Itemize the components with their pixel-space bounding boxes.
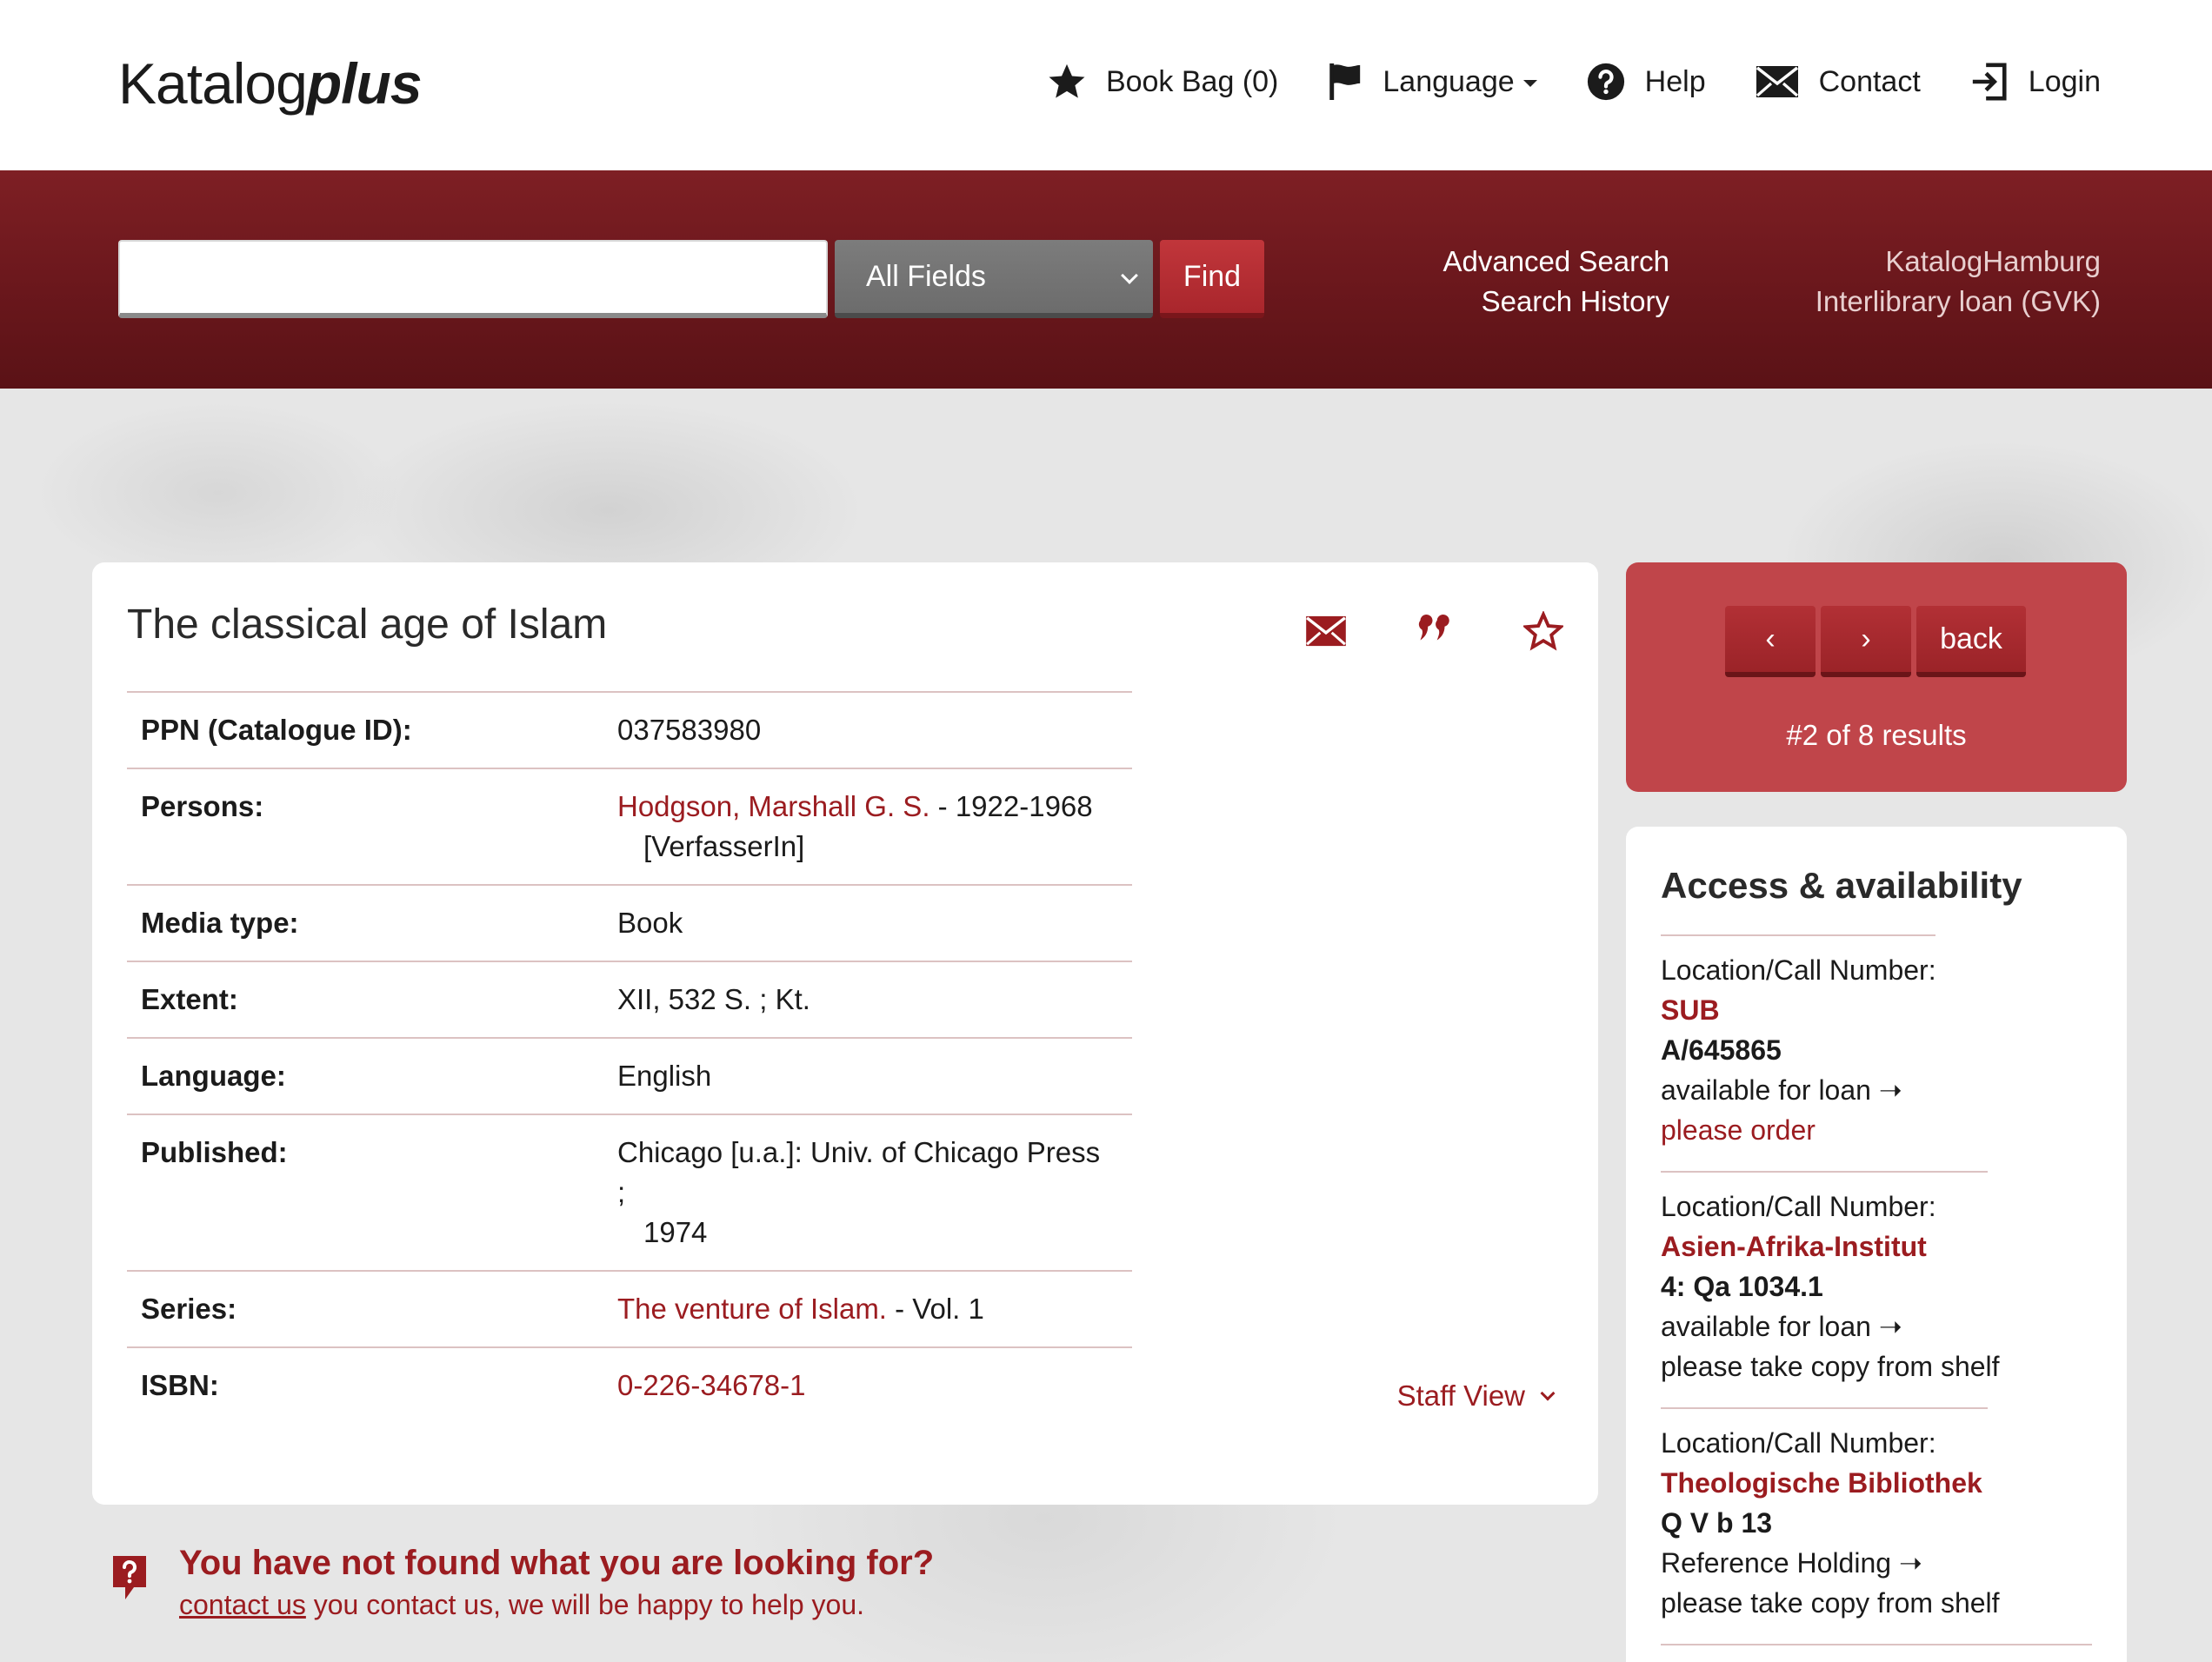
back-to-results-button[interactable]: back bbox=[1916, 606, 2026, 677]
library-link[interactable]: Asien-Afrika-Institut bbox=[1661, 1227, 2095, 1266]
search-history-link[interactable]: Search History bbox=[1442, 282, 1669, 322]
staff-view-toggle[interactable]: Staff View bbox=[1397, 1379, 1556, 1413]
loan-status: Reference Holding ➝ bbox=[1661, 1547, 1922, 1579]
result-nav-buttons: ‹ › back bbox=[1725, 606, 2026, 677]
chevron-down-icon bbox=[1121, 267, 1138, 284]
envelope-icon bbox=[1755, 64, 1800, 99]
search-links: Advanced Search Search History bbox=[1442, 242, 1669, 322]
language-menu[interactable]: Language bbox=[1327, 62, 1537, 102]
call-number: A/645865 bbox=[1661, 1034, 1782, 1066]
call-number: Q V b 13 bbox=[1661, 1507, 1773, 1539]
record-actions bbox=[1304, 610, 1565, 655]
question-circle-icon bbox=[1586, 62, 1626, 102]
logo[interactable]: Katalogplus bbox=[118, 50, 423, 116]
caret-down-icon bbox=[1522, 79, 1537, 87]
holdings-list: Location/Call Number: SUB A/645865 avail… bbox=[1661, 934, 2095, 1645]
availability-title: Access & availability bbox=[1661, 865, 2022, 906]
record-title: The classical age of Islam bbox=[127, 602, 608, 648]
contact-us-link[interactable]: contact us bbox=[179, 1589, 306, 1620]
author-link[interactable]: Hodgson, Marshall G. S. bbox=[617, 790, 930, 822]
availability-panel: Access & availability Location/Call Numb… bbox=[1626, 827, 2127, 1662]
isbn-link[interactable]: 0-226-34678-1 bbox=[617, 1369, 806, 1401]
table-row: Persons: Hodgson, Marshall G. S. - 1922-… bbox=[127, 768, 1132, 884]
search-input[interactable] bbox=[118, 240, 828, 318]
call-number: 4: Qa 1034.1 bbox=[1661, 1271, 1823, 1302]
shelf-instruction: please take copy from shelf bbox=[1661, 1351, 2000, 1382]
external-catalog-links: KatalogHamburg Interlibrary loan (GVK) bbox=[1816, 242, 2101, 322]
email-record-icon[interactable] bbox=[1304, 615, 1348, 652]
divider bbox=[1661, 1644, 2092, 1645]
shelf-instruction: please take copy from shelf bbox=[1661, 1587, 2000, 1619]
advanced-search-link[interactable]: Advanced Search bbox=[1442, 242, 1669, 282]
search-bar: All Fields Find Advanced Search Search H… bbox=[0, 170, 2212, 389]
previous-record-button[interactable]: ‹ bbox=[1725, 606, 1816, 677]
table-row: Published: Chicago [u.a.]: Univ. of Chic… bbox=[127, 1114, 1132, 1270]
book-bag-link[interactable]: Book Bag (0) bbox=[1047, 62, 1278, 102]
table-row: ISBN: 0-226-34678-1 bbox=[127, 1346, 1132, 1423]
next-record-button[interactable]: › bbox=[1821, 606, 1911, 677]
interlibrary-loan-link[interactable]: Interlibrary loan (GVK) bbox=[1816, 282, 2101, 322]
katalog-hamburg-link[interactable]: KatalogHamburg bbox=[1816, 242, 2101, 282]
table-row: Language: English bbox=[127, 1037, 1132, 1114]
ppn-value: 037583980 bbox=[617, 714, 762, 746]
sign-in-icon bbox=[1969, 62, 2009, 102]
chevron-down-icon bbox=[1540, 1386, 1556, 1401]
contact-link[interactable]: Contact bbox=[1755, 64, 1921, 99]
cite-quote-icon[interactable] bbox=[1417, 614, 1454, 653]
question-bubble-icon bbox=[110, 1554, 150, 1607]
library-link[interactable]: Theologische Bibliothek bbox=[1661, 1463, 2095, 1503]
add-to-bag-star-icon[interactable] bbox=[1522, 610, 1565, 655]
loan-status: available for loan ➝ bbox=[1661, 1311, 1902, 1342]
library-link[interactable]: SUB bbox=[1661, 990, 2095, 1030]
login-link[interactable]: Login bbox=[1969, 62, 2101, 102]
table-row: Series: The venture of Islam. - Vol. 1 bbox=[127, 1270, 1132, 1346]
record-details-table: PPN (Catalogue ID): 037583980 Persons: H… bbox=[127, 691, 1132, 1423]
help-link[interactable]: Help bbox=[1586, 62, 1706, 102]
table-row: Extent: XII, 532 S. ; Kt. bbox=[127, 961, 1132, 1037]
please-order-link[interactable]: please order bbox=[1661, 1110, 2095, 1150]
find-button[interactable]: Find bbox=[1160, 240, 1264, 318]
star-icon bbox=[1047, 62, 1087, 102]
not-found-title: You have not found what you are looking … bbox=[179, 1544, 935, 1582]
loan-status: available for loan ➝ bbox=[1661, 1074, 1902, 1106]
list-item: Location/Call Number: Asien-Afrika-Insti… bbox=[1661, 1173, 2095, 1407]
record-card: The classical age of Islam PPN (Catalogu… bbox=[92, 562, 1598, 1505]
result-position: #2 of 8 results bbox=[1786, 719, 1967, 751]
flag-icon bbox=[1327, 62, 1363, 102]
top-header: Katalogplus Book Bag (0) Language Help C… bbox=[0, 0, 2212, 170]
search-field-select[interactable]: All Fields bbox=[835, 240, 1153, 318]
table-row: Media type: Book bbox=[127, 884, 1132, 961]
not-found-text: contact us you contact us, we will be ha… bbox=[179, 1589, 865, 1620]
list-item: Location/Call Number: Theologische Bibli… bbox=[1661, 1409, 2095, 1644]
result-navigation: ‹ › back #2 of 8 results bbox=[1626, 562, 2127, 792]
list-item: Location/Call Number: SUB A/645865 avail… bbox=[1661, 936, 2095, 1171]
series-link[interactable]: The venture of Islam. bbox=[617, 1293, 887, 1325]
top-nav: Book Bag (0) Language Help Contact Login bbox=[1047, 54, 2101, 110]
table-row: PPN (Catalogue ID): 037583980 bbox=[127, 691, 1132, 768]
